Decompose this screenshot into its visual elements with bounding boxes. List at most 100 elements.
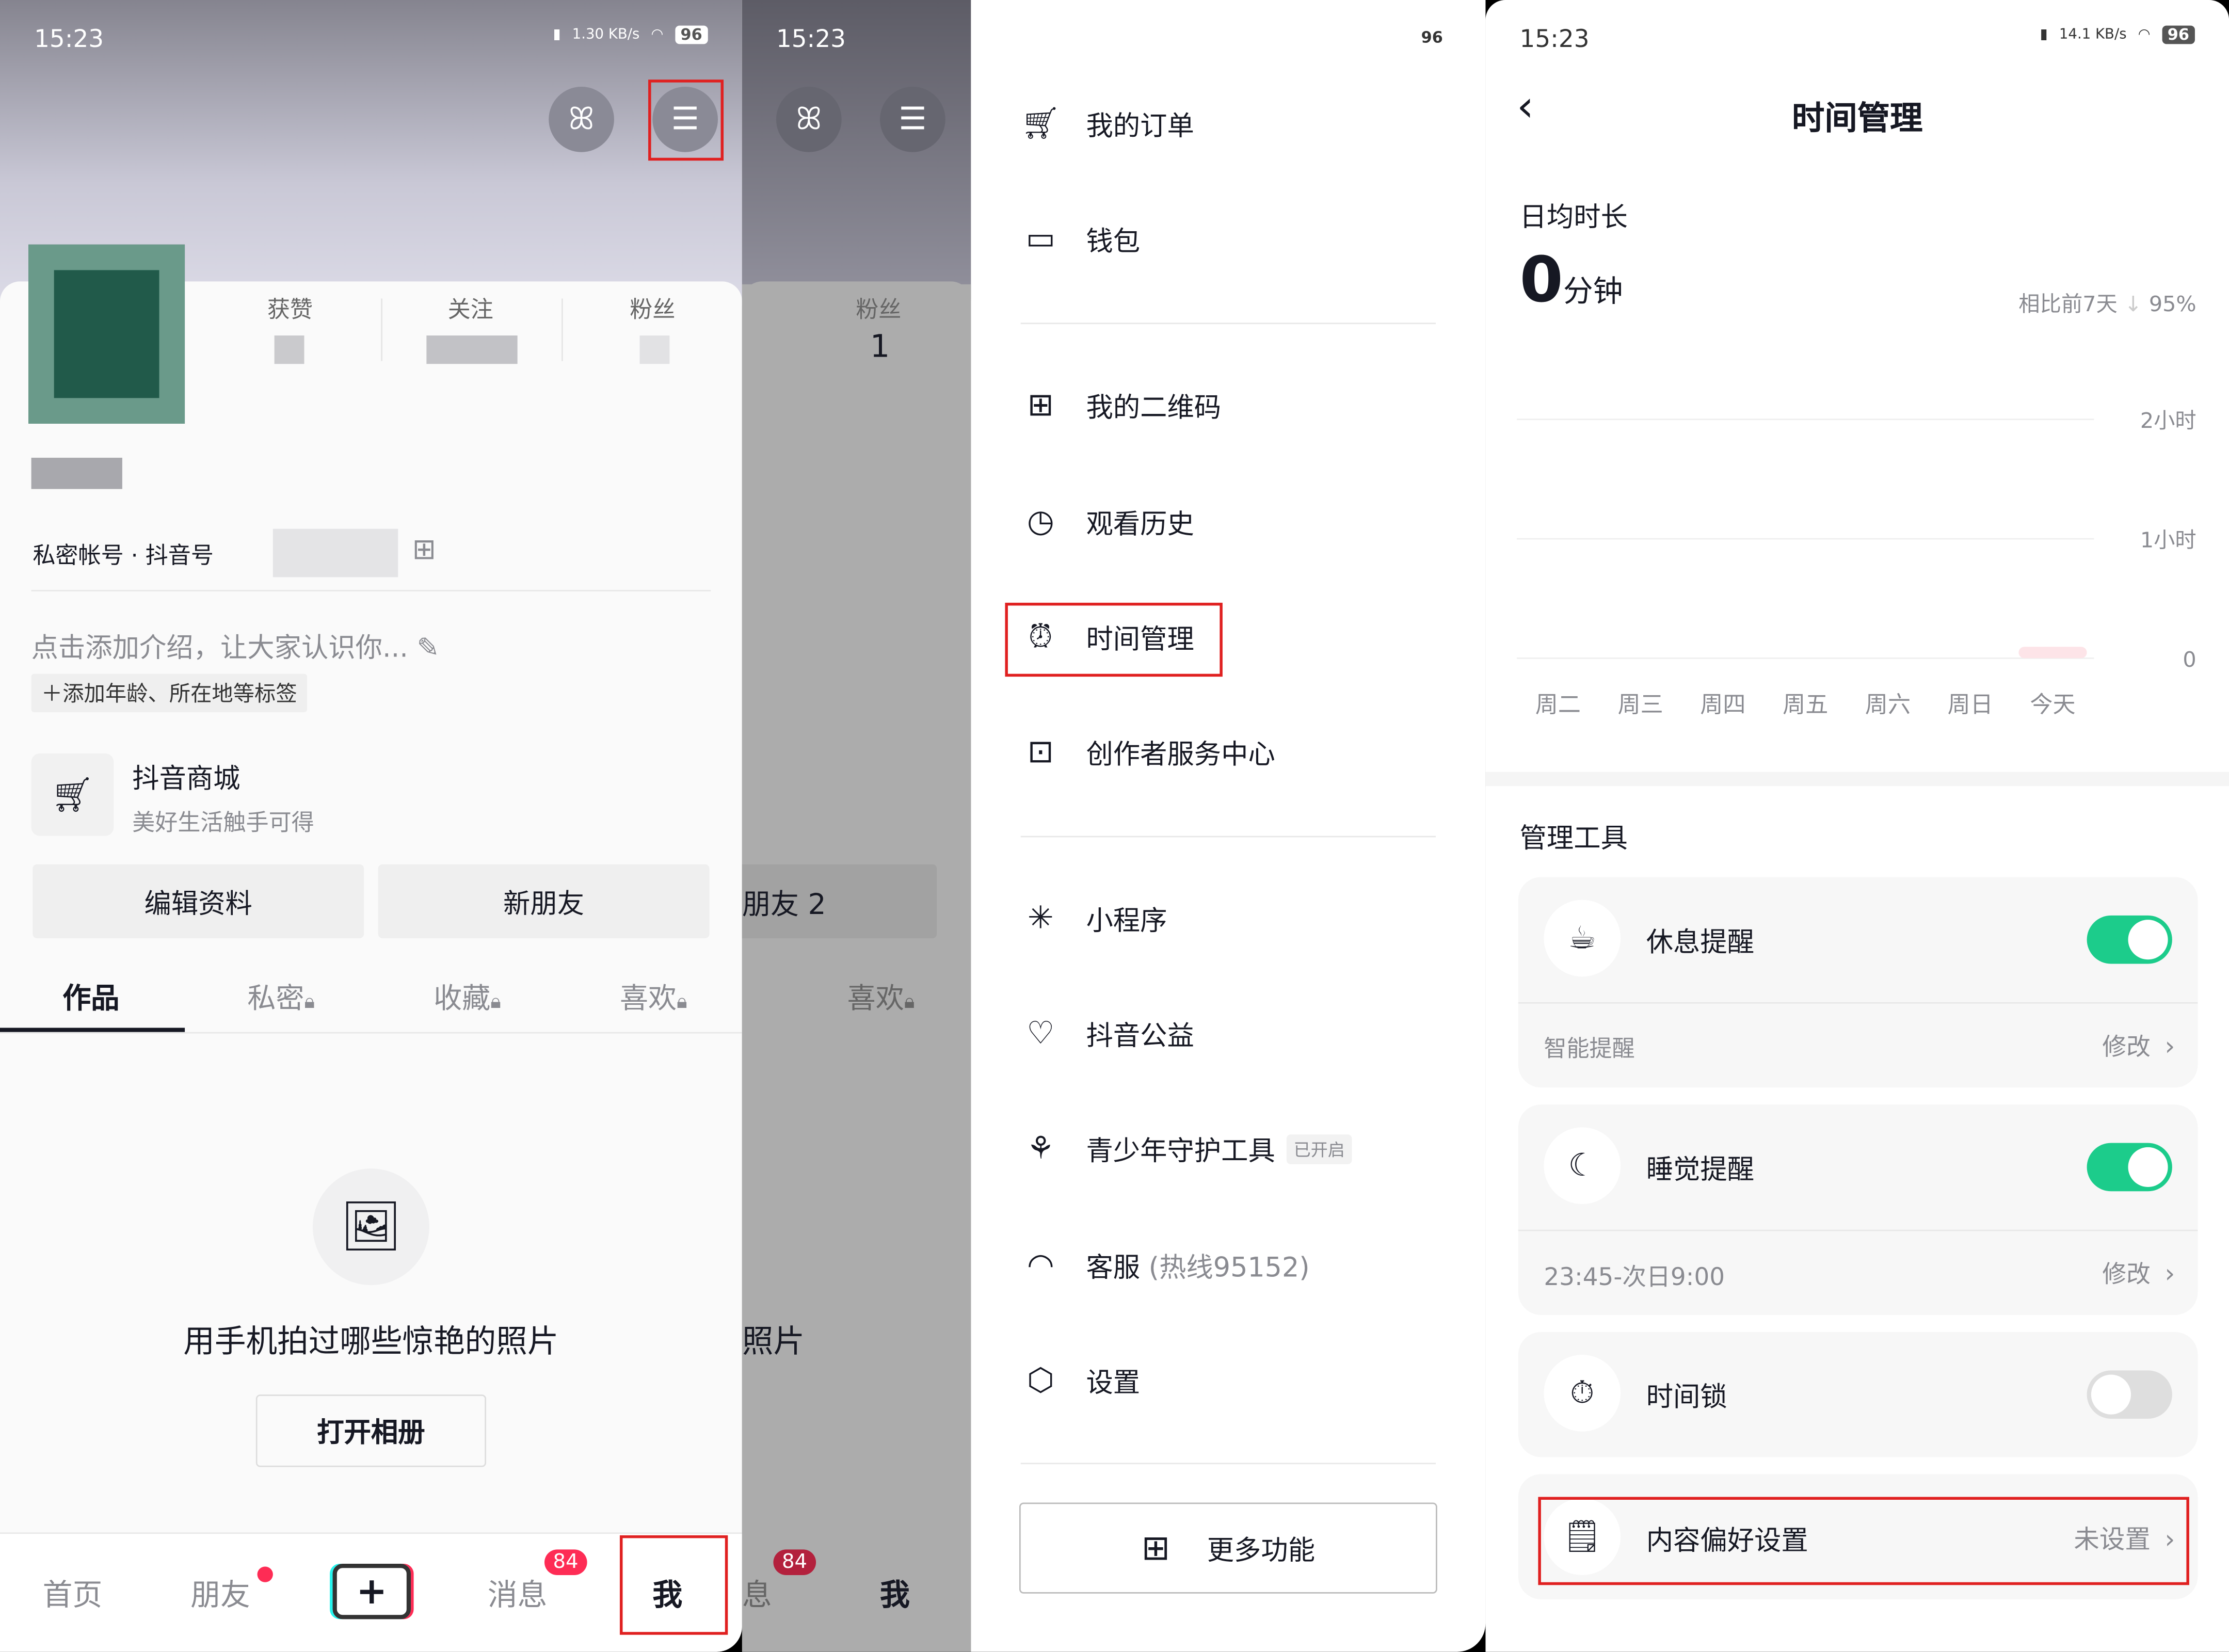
shop-subtitle: 美好生活触手可得 [132, 809, 314, 836]
sleep-reminder-edit[interactable]: 修改 › [2102, 1254, 2175, 1289]
avg-duration-label: 日均时长 [1519, 202, 1628, 233]
menu-item-8[interactable]: ⚘ 青少年守护工具 已开启 [1021, 1129, 1352, 1168]
stat-divider [562, 298, 563, 361]
lock-icon: 🔒︎ [490, 990, 501, 1014]
menu-item-3[interactable]: ◷ 观看历史 [1021, 502, 1194, 541]
menu-item-10[interactable]: ⬡ 设置 [1021, 1360, 1140, 1400]
creator-chart-icon: ⊡ [1027, 734, 1054, 770]
vibrate-icon: ▮ [553, 27, 561, 43]
time-lock-card: ⏱︎ 时间锁 [1518, 1332, 2198, 1457]
menu-item-label: 我的订单 [1086, 110, 1194, 142]
account-line: 私密帐号 · 抖音号 [33, 541, 214, 569]
more-features-button[interactable]: ⊞ 更多功能 [1019, 1502, 1437, 1594]
battery-icon: 96 [675, 25, 708, 44]
hotline-text: (热线95152) [1148, 1252, 1310, 1283]
messages-badge: 84 [544, 1549, 587, 1575]
cart-icon: 🛒︎ [1020, 106, 1061, 142]
nav-me-dimmed: 我 [880, 1578, 910, 1612]
new-friends-button[interactable]: 新朋友 [378, 864, 710, 938]
tab-likes-dimmed: 喜欢🔒︎ [847, 981, 915, 1015]
qr-code-icon[interactable]: ⊞ [412, 532, 436, 566]
highlight-box [619, 1535, 728, 1635]
nav-friends[interactable]: 朋友 [190, 1572, 250, 1615]
divider [1518, 1229, 2198, 1231]
dimmed-profile-strip[interactable]: 15:23 ꕤ ☰ 粉丝 1 朋友 2 喜欢🔒︎ 照片 息 84 我 [742, 0, 971, 1652]
page-title: 时间管理 [1792, 101, 1923, 138]
avatar[interactable] [28, 244, 185, 424]
rest-reminder-edit[interactable]: 修改 › [2102, 1027, 2175, 1062]
menu-item-9[interactable]: ◠ 客服 (热线95152) [1021, 1245, 1310, 1285]
stat-following-label[interactable]: 关注 [448, 290, 493, 324]
menu-item-label: 创作者服务中心 [1086, 738, 1275, 770]
status-tag: 已开启 [1286, 1133, 1352, 1164]
menu-item-label: 时间管理 [1086, 623, 1194, 655]
menu-item-label: 钱包 [1086, 225, 1141, 257]
menu-item-label: 设置 [1086, 1367, 1141, 1399]
x-tick-label: 周三 [1618, 692, 1663, 718]
shop-title[interactable]: 抖音商城 [132, 758, 240, 796]
nav-home[interactable]: 首页 [43, 1572, 103, 1615]
qr-code-icon: ⊞ [1027, 387, 1054, 423]
shop-cart-icon[interactable]: 🛒︎ [31, 753, 114, 836]
menu-item-label: 青少年守护工具 [1086, 1135, 1275, 1167]
coffee-cup-icon: ☕︎ [1544, 900, 1621, 977]
divider [1020, 836, 1436, 838]
menu-button-dimmed: ☰ [880, 87, 945, 152]
avg-duration: 0 分钟 [1520, 245, 1623, 317]
photo-icon: 🖼︎ [312, 1168, 429, 1286]
tab-likes[interactable]: 喜欢🔒︎ [620, 975, 687, 1017]
tab-favorites[interactable]: 收藏🔒︎ [434, 975, 501, 1017]
screenshot: 15:23 ▮ 1.30 KB/s ◠ 96 ꕤ ☰ 获赞 关注 粉丝 私密帐号 · … [0, 0, 2229, 1652]
clock-icon: ◷ [1027, 504, 1054, 540]
chevron-right-icon: › [2164, 1259, 2175, 1290]
nav-messages-dimmed: 息 [742, 1578, 772, 1612]
avg-duration-value: 0 [1519, 244, 1563, 317]
tab-works[interactable]: 作品 [62, 975, 119, 1017]
sleep-reminder-card: ☾ 睡觉提醒 23:45-次日9:00 修改 › [1518, 1104, 2198, 1315]
grid-icon: ⊞ [1141, 1528, 1170, 1568]
messages-badge: 84 [773, 1549, 816, 1575]
menu-item-0[interactable]: 🛒︎ 我的订单 [1021, 104, 1194, 143]
menu-item-5[interactable]: ⊡ 创作者服务中心 [1021, 732, 1275, 772]
menu-item-label: 我的二维码 [1086, 391, 1222, 423]
create-button[interactable]: + [332, 1563, 411, 1619]
active-tab-indicator [0, 1028, 185, 1032]
highlight-box [1538, 1497, 2189, 1585]
y-tick-label: 2小时 [2140, 408, 2196, 433]
x-tick-label: 今天 [2030, 692, 2075, 718]
stat-likes-value-blurred [274, 335, 304, 364]
tab-private[interactable]: 私密🔒︎ [247, 975, 315, 1017]
section-divider [1485, 772, 2229, 787]
friends-button-dimmed: 朋友 2 [742, 864, 937, 938]
menu-item-1[interactable]: ▭ 钱包 [1021, 219, 1141, 259]
menu-item-label: 客服 [1086, 1252, 1141, 1283]
empty-state-text: 用手机拍过哪些惊艳的照片 [183, 1325, 559, 1361]
friends-button[interactable]: ꕤ [549, 87, 614, 152]
time-lock-toggle[interactable] [2087, 1370, 2172, 1419]
open-album-button[interactable]: 打开相册 [255, 1394, 487, 1467]
x-tick-label: 周五 [1783, 692, 1828, 718]
menu-item-label: 观看历史 [1086, 508, 1194, 540]
headset-icon: ◠ [1027, 1247, 1054, 1283]
menu-item-4[interactable]: ⏰︎ 时间管理 [1021, 617, 1194, 656]
menu-item-7[interactable]: ♡ 抖音公益 [1021, 1014, 1194, 1053]
lock-icon: 🔒︎ [304, 990, 315, 1014]
wifi-icon: ◠ [651, 27, 664, 43]
stat-likes-label: 获赞 [267, 295, 313, 323]
edit-profile-button[interactable]: 编辑资料 [33, 864, 364, 938]
status-time: 15:23 [1519, 25, 1590, 54]
y-tick-label: 1小时 [2140, 527, 2196, 552]
sleep-time-range: 23:45-次日9:00 [1544, 1263, 1725, 1292]
profile-screen: 15:23 ▮ 1.30 KB/s ◠ 96 ꕤ ☰ 获赞 关注 粉丝 私密帐号 · … [0, 0, 742, 1652]
add-tags-button[interactable]: ＋添加年龄、所在地等标签 [31, 673, 308, 713]
stat-fans-label[interactable]: 粉丝 [630, 290, 675, 324]
menu-item-2[interactable]: ⊞ 我的二维码 [1021, 385, 1221, 425]
net-speed: 1.30 KB/s [572, 27, 640, 43]
divider [0, 1032, 742, 1034]
rest-reminder-toggle[interactable] [2087, 915, 2172, 964]
sleep-reminder-toggle[interactable] [2087, 1143, 2172, 1192]
nav-messages[interactable]: 消息 [488, 1572, 548, 1615]
bio-placeholder[interactable]: 点击添加介绍，让大家认识你... ✎ [31, 627, 440, 665]
menu-item-6[interactable]: ✳ 小程序 [1021, 899, 1167, 938]
arrow-down-icon: ↓ [2124, 291, 2142, 317]
